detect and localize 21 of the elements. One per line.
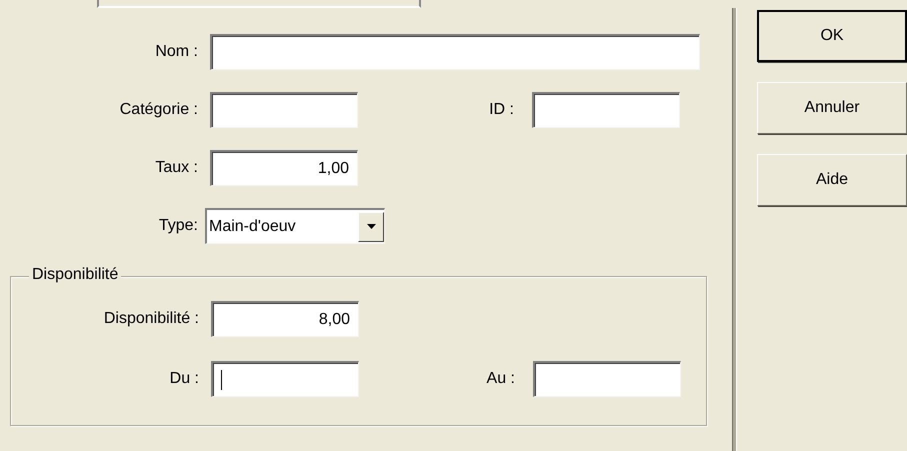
- text-field[interactable]: [533, 361, 681, 397]
- field-label: Au :: [486, 370, 516, 388]
- text-field[interactable]: [210, 34, 700, 70]
- text-field[interactable]: [532, 92, 680, 128]
- dropdown-arrow-icon: [366, 224, 376, 229]
- dialog-button[interactable]: Annuler: [757, 82, 907, 134]
- text-field[interactable]: [210, 92, 358, 128]
- field-label: ID :: [488, 101, 515, 119]
- group-title: Disponibilité: [29, 266, 122, 284]
- field-label: Disponibilité :: [102, 310, 200, 328]
- field-label: Du :: [168, 370, 200, 388]
- field-label: Type:: [158, 217, 199, 235]
- dialog-button[interactable]: OK: [757, 10, 907, 62]
- text-field[interactable]: [211, 361, 359, 397]
- dialog-button[interactable]: Aide: [757, 154, 907, 206]
- text-field[interactable]: 8,00: [211, 301, 359, 337]
- field-label: Nom :: [154, 43, 199, 61]
- type-dropdown[interactable]: Main-d'oeuv: [205, 208, 385, 244]
- field-label: Catégorie :: [118, 101, 199, 119]
- field-label: Taux :: [154, 159, 199, 177]
- text-field[interactable]: 1,00: [210, 150, 358, 186]
